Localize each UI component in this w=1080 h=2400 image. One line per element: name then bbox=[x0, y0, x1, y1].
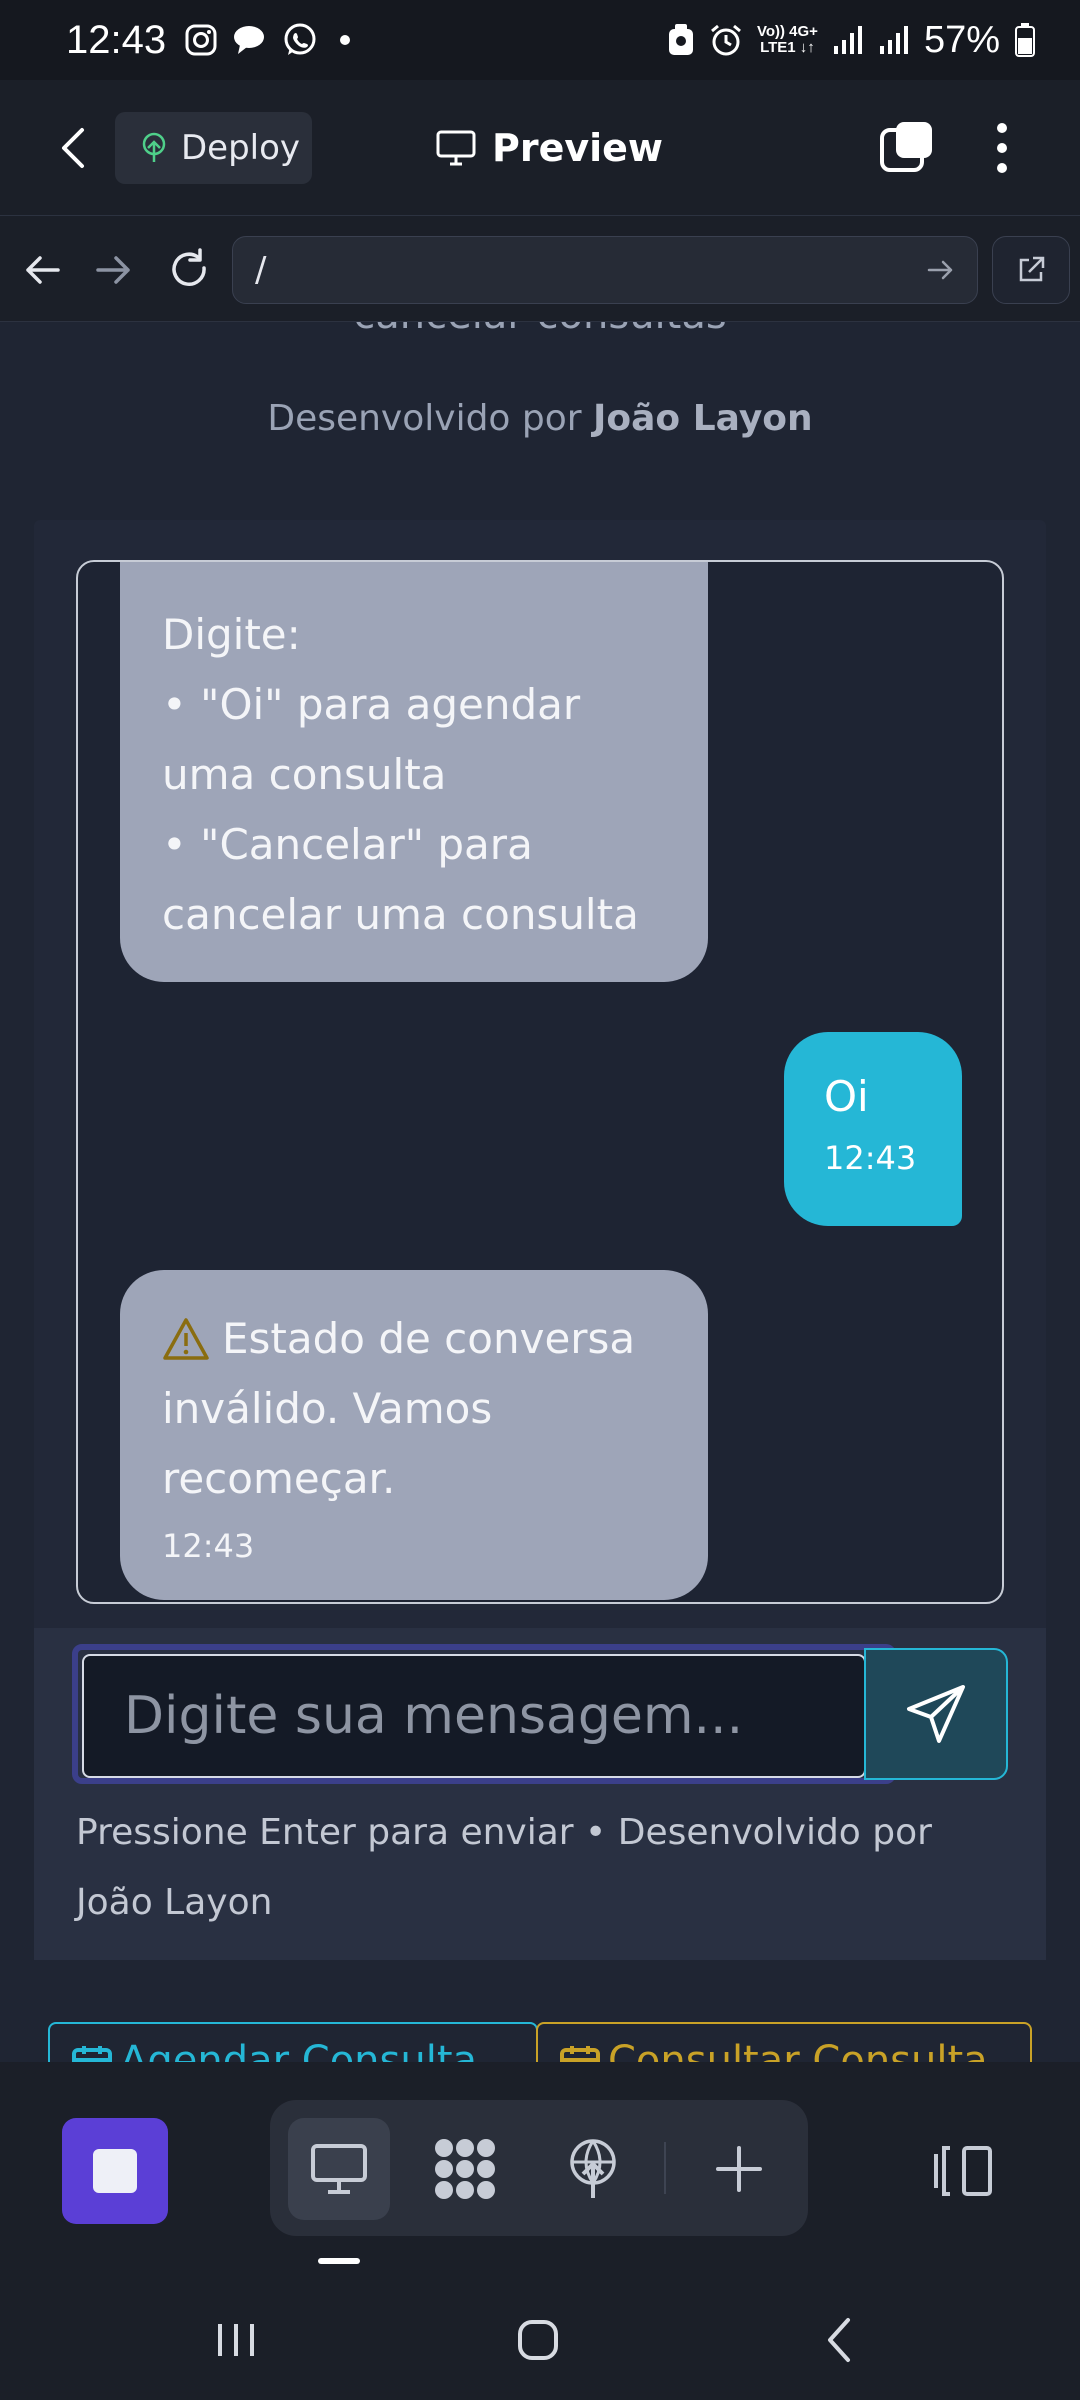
preview-label: Preview bbox=[492, 126, 664, 170]
deploy-label: Deploy bbox=[181, 128, 301, 168]
add-tool-button[interactable] bbox=[688, 2118, 790, 2220]
message-time: 12:43 bbox=[824, 1139, 917, 1177]
deploy-button[interactable]: Deploy bbox=[115, 112, 312, 184]
preview-title: Preview bbox=[436, 120, 663, 176]
chat-card: Digite: • "Oi" para agendar uma consulta… bbox=[34, 520, 1046, 1960]
deploy-icon bbox=[570, 2139, 616, 2198]
home-icon[interactable] bbox=[508, 2310, 568, 2370]
input-focus-ring bbox=[72, 1644, 896, 1784]
deploy-icon bbox=[142, 132, 166, 162]
system-back-icon[interactable] bbox=[810, 2310, 870, 2370]
tabs-icon[interactable] bbox=[880, 120, 934, 174]
more-options-icon[interactable] bbox=[982, 118, 1022, 178]
browser-back-icon[interactable] bbox=[18, 246, 66, 294]
status-bar: 12:43 Vo)) 4G+ LTE1 ↓↑ 57% bbox=[0, 0, 1080, 80]
preview-tool-button[interactable] bbox=[288, 2118, 390, 2220]
message-composer: Pressione Enter para enviar • Desenvolvi… bbox=[34, 1628, 1046, 1960]
panel-toggle-icon[interactable] bbox=[930, 2140, 996, 2202]
workspace-icon bbox=[435, 2139, 495, 2199]
open-external-button[interactable] bbox=[992, 236, 1070, 304]
battery-percent: 57% bbox=[923, 18, 1000, 61]
bottom-toolbar bbox=[0, 2062, 1080, 2280]
instagram-icon bbox=[185, 24, 217, 56]
stop-icon bbox=[93, 2149, 137, 2193]
calendar-icon bbox=[72, 2046, 112, 2062]
calendar-icon bbox=[560, 2046, 600, 2062]
tool-switcher bbox=[270, 2100, 808, 2236]
browser-bar: / bbox=[0, 216, 1080, 322]
url-field[interactable]: / bbox=[232, 236, 978, 304]
check-appointment-button[interactable]: Consultar Consulta bbox=[536, 2022, 1032, 2062]
plus-icon bbox=[716, 2146, 762, 2192]
user-message-text: Oi bbox=[824, 1072, 869, 1121]
app-header: Deploy Preview bbox=[0, 80, 1080, 216]
bot-message: Estado de conversa inválido. Vamos recom… bbox=[120, 1270, 708, 1600]
bot-message-text: Estado de conversa inválido. Vamos recom… bbox=[162, 1314, 636, 1503]
external-link-icon bbox=[1019, 256, 1045, 282]
active-tab-indicator bbox=[318, 2258, 360, 2264]
deploy-tool-button[interactable] bbox=[542, 2118, 644, 2220]
stop-button[interactable] bbox=[62, 2118, 168, 2224]
composer-hint: Pressione Enter para enviar • Desenvolvi… bbox=[76, 1812, 932, 1923]
warning-icon bbox=[163, 1318, 209, 1360]
chat-bubbles-icon bbox=[234, 26, 265, 54]
go-arrow-icon[interactable] bbox=[925, 255, 955, 285]
network-type: Vo)) 4G+ LTE1 ↓↑ bbox=[756, 23, 818, 56]
battery-icon bbox=[1015, 23, 1035, 57]
recent-apps-icon[interactable] bbox=[206, 2310, 266, 2370]
back-arrow-icon[interactable] bbox=[52, 122, 96, 174]
alarm-icon bbox=[710, 24, 741, 56]
whatsapp-icon bbox=[284, 23, 316, 55]
url-text: / bbox=[255, 250, 267, 290]
reload-icon[interactable] bbox=[166, 246, 214, 294]
profile-icon bbox=[668, 24, 693, 55]
signal-icon bbox=[833, 26, 862, 54]
signal-icon-2 bbox=[879, 26, 908, 54]
monitor-icon bbox=[311, 2144, 367, 2194]
user-message: Oi 12:43 bbox=[784, 1032, 962, 1226]
monitor-icon bbox=[436, 130, 476, 166]
developer-credit: Desenvolvido por João Layon bbox=[267, 398, 813, 439]
send-icon bbox=[907, 1685, 965, 1743]
message-time: 12:43 bbox=[162, 1527, 255, 1565]
chat-messages[interactable]: Digite: • "Oi" para agendar uma consulta… bbox=[76, 560, 1004, 1604]
page-subheading: cancelar consultas bbox=[0, 322, 1080, 338]
workspace-tool-button[interactable] bbox=[414, 2118, 516, 2220]
quick-actions: Agendar Consulta Consultar Consulta bbox=[48, 2022, 1032, 2062]
page-content: cancelar consultas Desenvolvido por João… bbox=[0, 322, 1080, 2062]
schedule-appointment-button[interactable]: Agendar Consulta bbox=[48, 2022, 538, 2062]
message-input[interactable] bbox=[82, 1654, 866, 1778]
bot-message: Digite: • "Oi" para agendar uma consulta… bbox=[120, 562, 708, 982]
notification-dot bbox=[340, 35, 351, 45]
send-button[interactable] bbox=[864, 1648, 1008, 1780]
developer-name: João Layon bbox=[593, 398, 813, 439]
system-nav-bar bbox=[0, 2280, 1080, 2400]
browser-forward-icon[interactable] bbox=[90, 246, 138, 294]
clock: 12:43 bbox=[66, 17, 167, 62]
divider bbox=[664, 2142, 666, 2194]
